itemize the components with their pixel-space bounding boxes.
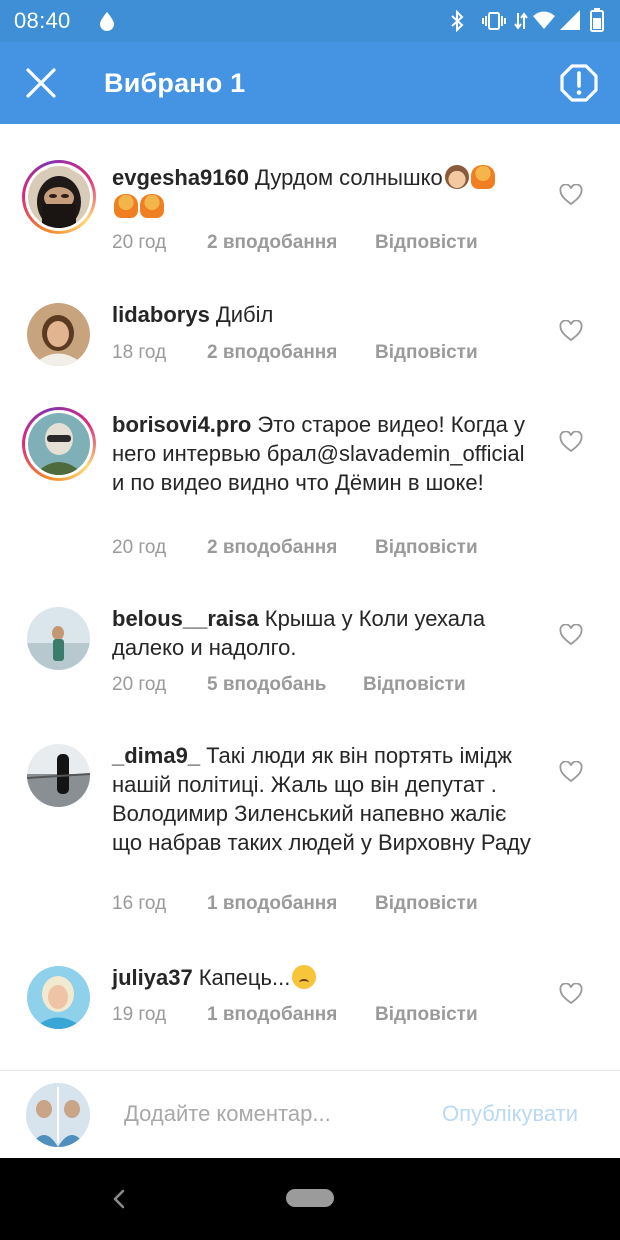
reply-button[interactable]: Відповісти (375, 1004, 478, 1026)
comment-body: _dima9_ Такі люди як він портять імідж на… (112, 741, 532, 857)
comment-text: Дурдом солнышко (255, 165, 443, 190)
data-transfer-icon (514, 12, 528, 30)
comment-time: 18 год (112, 342, 167, 363)
avatar-image (27, 966, 90, 1029)
comment-time: 20 год (112, 232, 167, 253)
like-button[interactable] (559, 319, 583, 342)
system-nav-bar (0, 1158, 620, 1240)
comment-username[interactable]: juliya37 (112, 965, 193, 990)
comment-likes[interactable]: 2 вподобання (207, 537, 337, 559)
comment-username[interactable]: _dima9_ (112, 743, 200, 768)
home-nav-pill[interactable] (286, 1189, 334, 1207)
avatar-image (28, 166, 90, 228)
reply-button[interactable]: Відповісти (375, 342, 478, 364)
see-no-evil-monkey-emoji (444, 165, 469, 189)
wifi-icon (533, 11, 555, 29)
avatar[interactable] (22, 741, 96, 815)
comment-body: belous__raisa Крыша у Коли уехала далеко … (112, 604, 532, 662)
like-button[interactable] (559, 430, 583, 453)
avatar-image (27, 744, 90, 807)
comment-body: juliya37 Капець... (112, 963, 532, 992)
app-bar: Вибрано 1 (0, 42, 620, 124)
scrolled-partial-text: — — — — — — — — — — (180, 124, 440, 128)
comment-time: 20 год (112, 674, 167, 695)
heart-icon (559, 430, 583, 453)
bluetooth-icon (451, 10, 464, 32)
back-chevron-icon (113, 1189, 125, 1209)
publish-button[interactable]: Опублікувати (442, 1101, 578, 1127)
comment-username[interactable]: evgesha9160 (112, 165, 249, 190)
like-button[interactable] (559, 982, 583, 1005)
battery-icon (590, 8, 604, 32)
report-icon (560, 64, 598, 102)
comment-username[interactable]: borisovi4.pro (112, 412, 251, 437)
comment-likes[interactable]: 1 вподобання (207, 893, 337, 915)
like-button[interactable] (559, 183, 583, 206)
like-button[interactable] (559, 760, 583, 783)
avatar[interactable] (22, 407, 96, 481)
comment-username[interactable]: lidaborys (112, 302, 210, 327)
comment-likes[interactable]: 2 вподобання (207, 232, 337, 254)
avatar[interactable] (22, 963, 96, 1037)
comment-likes[interactable]: 5 вподобань (207, 674, 326, 696)
reply-button[interactable]: Відповісти (375, 893, 478, 915)
like-button[interactable] (559, 623, 583, 646)
avatar-image (28, 413, 90, 475)
heart-icon (559, 623, 583, 646)
avatar-image (27, 303, 90, 366)
comment-input[interactable] (112, 1095, 422, 1133)
comment-composer: Опублікувати (0, 1070, 620, 1158)
current-user-avatar (26, 1083, 90, 1147)
page-title: Вибрано 1 (104, 68, 246, 98)
reply-button[interactable]: Відповісти (375, 232, 478, 254)
facepalm-person-emoji (114, 194, 138, 218)
vibrate-icon (482, 12, 506, 30)
facepalm-person-emoji (140, 194, 164, 218)
comment-time: 16 год (112, 893, 167, 914)
comment-body: evgesha9160 Дурдом солнышко (112, 163, 542, 221)
heart-icon (559, 319, 583, 342)
comment-list[interactable]: — — — — — — — — — — evgesha9160Дурдом со… (0, 124, 620, 1070)
comment-username[interactable]: belous__raisa (112, 606, 259, 631)
comment-body: lidaborys Дибіл (112, 300, 542, 329)
avatar[interactable] (22, 160, 96, 234)
close-icon (26, 68, 56, 98)
report-button[interactable] (556, 60, 602, 106)
avatar-image (27, 607, 90, 670)
sad-face-emoji (292, 965, 317, 989)
comment-time: 20 год (112, 537, 167, 558)
avatar[interactable] (22, 604, 96, 678)
comment-text: Дибіл (215, 302, 274, 327)
reply-button[interactable]: Відповісти (363, 674, 466, 696)
heart-icon (559, 982, 583, 1005)
heart-icon (559, 183, 583, 206)
status-bar: 08:40 (0, 0, 620, 42)
reply-button[interactable]: Відповісти (375, 537, 478, 559)
close-button[interactable] (18, 60, 64, 106)
cell-signal-icon (560, 10, 580, 30)
facepalm-person-emoji (470, 165, 495, 189)
status-time: 08:40 (14, 8, 71, 33)
heart-icon (559, 760, 583, 783)
water-drop-icon (100, 12, 114, 31)
comment-text: Капець... (198, 965, 291, 990)
comment-likes[interactable]: 1 вподобання (207, 1004, 337, 1026)
comment-time: 19 год (112, 1004, 167, 1025)
avatar[interactable] (22, 300, 96, 374)
comment-body: borisovi4.pro Это старое видео! Когда у н… (112, 410, 532, 497)
comment-likes[interactable]: 2 вподобання (207, 342, 337, 364)
back-nav-button[interactable] (104, 1184, 134, 1214)
